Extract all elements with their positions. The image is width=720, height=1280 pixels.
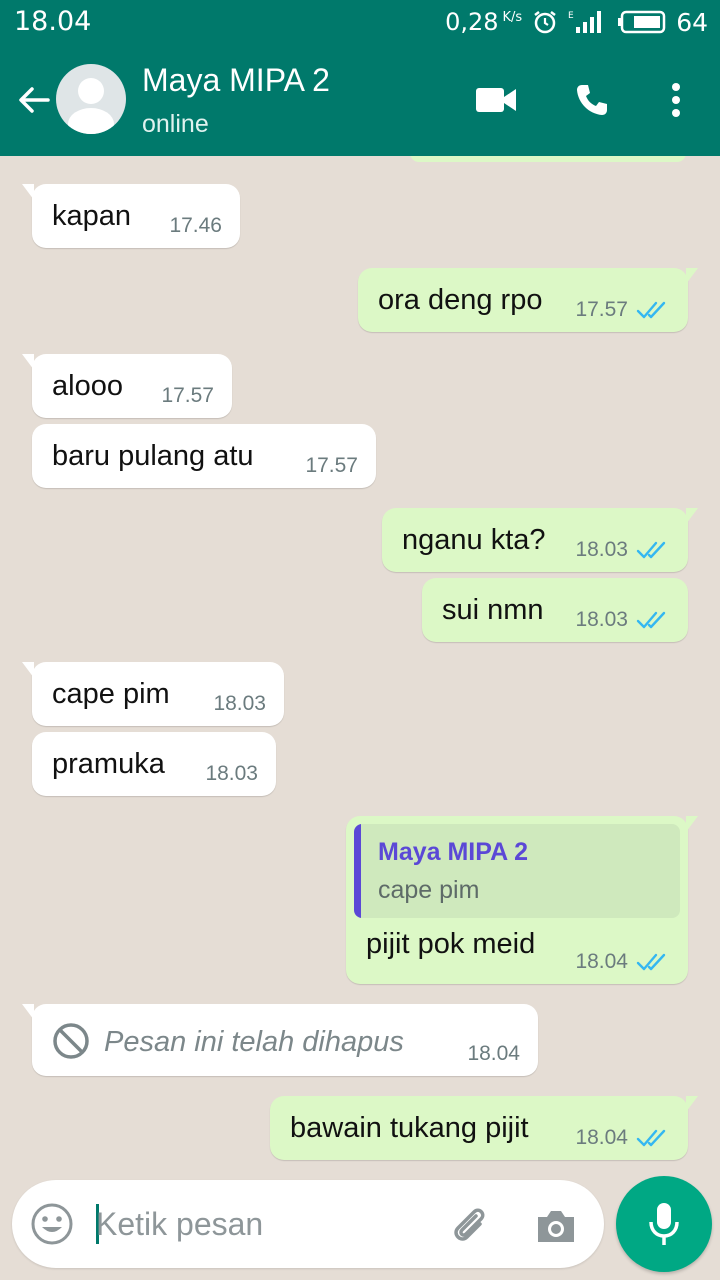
svg-text:E: E: [568, 11, 574, 21]
message-incoming[interactable]: kapan 17.46: [22, 184, 240, 248]
message-meta: 18.03: [205, 762, 258, 786]
message-text: sui nmn: [442, 594, 544, 626]
message-time: 18.03: [205, 762, 258, 785]
deleted-message-text: Pesan ini telah dihapus: [104, 1026, 404, 1058]
message-text: bawain tukang pijit: [290, 1112, 529, 1144]
message-text: nganu kta?: [402, 524, 546, 556]
battery-level: 64: [676, 7, 708, 37]
message-incoming[interactable]: cape pim 18.03: [22, 662, 284, 726]
network-speed: 0,28 K/s: [445, 8, 522, 36]
message-composer: [12, 1180, 604, 1268]
message-text: alooo: [52, 370, 123, 402]
message-time: 17.57: [305, 454, 358, 477]
video-call-icon[interactable]: [474, 78, 518, 122]
message-text: cape pim: [52, 678, 170, 710]
message-time: 17.57: [575, 298, 628, 321]
camera-icon[interactable]: [532, 1202, 580, 1250]
contact-status: online: [142, 110, 209, 138]
quote-accent-bar: [354, 824, 361, 918]
attach-icon[interactable]: [446, 1202, 494, 1250]
bubble-tail: [22, 184, 34, 200]
contact-name[interactable]: Maya MIPA 2: [142, 62, 330, 99]
network-speed-unit: K/s: [502, 10, 523, 25]
message-time: 18.04: [575, 1126, 628, 1149]
avatar-icon[interactable]: [56, 64, 126, 134]
partial-message: [410, 156, 686, 162]
message-text: pramuka: [52, 748, 165, 780]
message-meta: 18.04: [575, 950, 670, 974]
message-input[interactable]: [96, 1196, 426, 1252]
message-outgoing[interactable]: ora deng rpo 17.57: [358, 268, 698, 332]
double-check-icon: [636, 611, 666, 629]
message-meta: 18.03: [575, 538, 670, 562]
double-check-icon: [636, 301, 666, 319]
mic-icon: [649, 1203, 679, 1245]
status-right: 0,28 K/s E 64: [445, 6, 708, 38]
status-time: 18.04: [14, 6, 92, 37]
message-time: 17.46: [169, 214, 222, 237]
message-meta: 18.03: [213, 692, 266, 716]
message-time: 17.57: [161, 384, 214, 407]
message-time: 18.04: [575, 950, 628, 973]
message-outgoing[interactable]: sui nmn 18.03: [422, 578, 688, 642]
double-check-icon: [636, 1129, 666, 1147]
quoted-message[interactable]: Maya MIPA 2 cape pim: [354, 824, 680, 918]
network-speed-value: 0,28: [445, 8, 499, 36]
chat-area[interactable]: kapan 17.46 ora deng rpo 17.57 alooo 17.…: [0, 156, 720, 1166]
quote-author: Maya MIPA 2: [378, 838, 529, 866]
mic-button[interactable]: [616, 1176, 712, 1272]
message-incoming[interactable]: baru pulang atu 17.57: [32, 424, 376, 488]
message-text: pijit pok meid: [366, 928, 536, 960]
alarm-icon: [532, 9, 558, 35]
signal-icon: E: [568, 9, 608, 35]
message-outgoing[interactable]: bawain tukang pijit 18.04: [270, 1096, 698, 1160]
double-check-icon: [636, 953, 666, 971]
message-meta: 17.57: [575, 298, 670, 322]
bubble-tail: [22, 354, 34, 370]
message-meta: 17.57: [305, 454, 358, 478]
message-outgoing-reply[interactable]: Maya MIPA 2 cape pim pijit pok meid 18.0…: [346, 816, 698, 984]
message-deleted[interactable]: Pesan ini telah dihapus 18.04: [22, 1004, 538, 1076]
message-meta: 18.04: [575, 1126, 670, 1150]
bubble-tail: [22, 1004, 34, 1020]
blocked-icon: [53, 1023, 89, 1059]
bubble-tail: [686, 268, 698, 284]
message-text: baru pulang atu: [52, 440, 254, 472]
quote-text: cape pim: [378, 876, 480, 904]
back-arrow-icon[interactable]: [14, 80, 54, 120]
message-text: ora deng rpo: [378, 284, 543, 316]
message-incoming[interactable]: pramuka 18.03: [32, 732, 276, 796]
bubble-tail: [686, 508, 698, 524]
phone-icon[interactable]: [570, 78, 614, 122]
message-time: 18.03: [575, 608, 628, 631]
status-bar: 18.04 0,28 K/s E 64: [0, 0, 720, 44]
bubble-tail: [686, 816, 698, 832]
more-vert-icon[interactable]: [654, 78, 698, 122]
message-meta: 17.57: [161, 384, 214, 408]
message-text: kapan: [52, 200, 132, 232]
message-time: 18.03: [575, 538, 628, 561]
chat-header: Maya MIPA 2 online: [0, 44, 720, 156]
double-check-icon: [636, 541, 666, 559]
bubble-tail: [686, 1096, 698, 1112]
message-meta: 18.04: [467, 1042, 520, 1066]
message-time: 18.04: [467, 1042, 520, 1065]
message-meta: 17.46: [169, 214, 222, 238]
emoji-icon[interactable]: [30, 1202, 74, 1246]
message-time: 18.03: [213, 692, 266, 715]
battery-icon: [618, 10, 666, 34]
message-incoming[interactable]: alooo 17.57: [22, 354, 232, 418]
message-meta: 18.03: [575, 608, 670, 632]
message-outgoing[interactable]: nganu kta? 18.03: [382, 508, 698, 572]
bubble-tail: [22, 662, 34, 678]
